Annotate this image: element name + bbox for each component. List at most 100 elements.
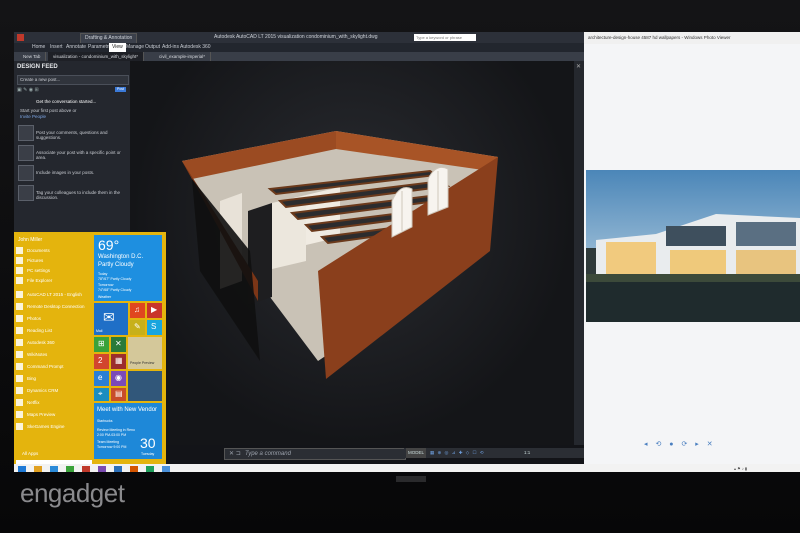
status-toggle-icons[interactable]: ▦ ⊕ ◎ ⊿ ✚ ◇ ☐ ⟲ (430, 448, 485, 458)
start-item-autodesk-360[interactable]: Autodesk 360 (16, 338, 94, 347)
command-line[interactable]: ✕ ⊐ Type a command (224, 448, 406, 460)
note-icon: ✎ (134, 322, 141, 331)
feed-tip: Tag your colleagues to include them in t… (18, 185, 126, 201)
start-item-photos[interactable]: Photos (16, 314, 94, 323)
maps-tile[interactable]: ⌖ (94, 388, 109, 401)
mail-tile[interactable]: ✉ Mail (94, 303, 128, 335)
skype-tile[interactable]: S (147, 320, 162, 335)
xbox-icon: ✕ (115, 339, 122, 348)
user-name[interactable]: John Miller (18, 237, 42, 243)
video-tile[interactable]: ▶ (147, 303, 162, 318)
app-menu-icon[interactable] (17, 34, 24, 41)
start-item-file-explorer[interactable]: File Explorer (16, 276, 94, 285)
doc-tab-civil[interactable]: civil_example-imperial* (154, 52, 212, 61)
taskbar-ie-icon[interactable] (50, 466, 58, 472)
ie-tile[interactable]: e (94, 371, 109, 386)
start-item-maps[interactable]: Maps Preview (16, 410, 94, 419)
taskbar-onenote-icon[interactable] (98, 466, 106, 472)
start-item-documents[interactable]: Documents (16, 246, 94, 255)
calendar-tile[interactable]: Meet with New Vendor Starbucks Review Me… (94, 403, 162, 459)
annotation-scale[interactable]: 1:1 (524, 448, 530, 458)
people-tile[interactable]: People Preview (128, 337, 162, 369)
taskbar-excel-icon[interactable] (146, 466, 154, 472)
tab-view[interactable]: View (109, 43, 126, 52)
system-tray[interactable]: ▴ ⚑ ♪ ▮ (734, 466, 747, 471)
engadget-watermark: engadget (20, 478, 125, 508)
people-tile-label: People Preview (130, 361, 155, 365)
start-item-games[interactable]: SkeGames Engine (16, 422, 94, 431)
games-tile[interactable]: ▦ (111, 354, 126, 369)
tab-insert[interactable]: Insert (50, 43, 63, 52)
taskbar-store-icon[interactable] (66, 466, 74, 472)
start-item-command-prompt[interactable]: Command Prompt (16, 362, 94, 371)
start-item-label: Command Prompt (27, 364, 64, 369)
start-item-pc-settings[interactable]: PC settings (16, 266, 94, 275)
start-item-label: Maps Preview (27, 412, 56, 417)
command-input[interactable]: Type a command (245, 449, 291, 459)
tab-manage[interactable]: Manage (126, 43, 144, 52)
post-button[interactable]: Post (115, 87, 126, 92)
photos-icon (16, 315, 23, 323)
meeting-location: Starbucks (97, 419, 113, 423)
tab-autodesk-360[interactable]: Autodesk 360 (180, 43, 211, 52)
tip-text: Post your comments, questions and sugges… (36, 130, 108, 140)
store-tile[interactable]: ⊞ (94, 337, 109, 352)
photos-tile[interactable]: ◉ (111, 371, 126, 386)
close-icon[interactable]: ✕ (576, 63, 581, 70)
start-item-bing[interactable]: Bing (16, 374, 94, 383)
onenote-tile[interactable]: ✎ (130, 320, 145, 335)
drawing-viewport[interactable] (130, 61, 574, 445)
meeting-line4: Tomorrow 9:00 PM (97, 445, 127, 449)
tip-thumbnail (18, 185, 34, 201)
all-apps-button[interactable]: All Apps (22, 451, 38, 456)
tip-thumbnail (18, 125, 34, 141)
tab-output[interactable]: Output (145, 43, 160, 52)
office-tile[interactable]: 2 (94, 354, 109, 369)
start-item-wikinotes[interactable]: WikiNotes (16, 350, 94, 359)
start-item-netflix[interactable]: Netflix (16, 398, 94, 407)
taskbar-word-icon[interactable] (114, 466, 122, 472)
browser-icon: e (98, 373, 103, 382)
autocad-icon (16, 291, 23, 299)
start-item-label: WikiNotes (27, 352, 48, 357)
play-icon: ▶ (151, 305, 158, 314)
start-button[interactable] (18, 466, 26, 472)
command-line-icons[interactable]: ✕ ⊐ (229, 449, 241, 459)
doc-tab-new[interactable]: New Tab (18, 52, 47, 61)
meeting-line1: Review Meeting in Reno (97, 428, 135, 432)
meeting-line3: Team Meeting (97, 440, 119, 444)
start-item-label: SkeGames Engine (27, 424, 65, 429)
start-item-pictures[interactable]: Pictures (16, 256, 94, 265)
feed-tip: Post your comments, questions and sugges… (18, 125, 126, 141)
viewport-scrollbar[interactable]: ✕ (574, 61, 584, 445)
viewer-controls[interactable]: ◂ ⟲ ● ⟳ ▸ ✕ (644, 440, 716, 448)
attach-icons[interactable]: ▣ ✎ ◉ ⊞ (17, 87, 39, 93)
news-tile[interactable]: ▤ (111, 388, 126, 401)
autodesk-icon (16, 339, 23, 347)
new-post-input[interactable]: Create a new post... (17, 75, 129, 85)
music-tile[interactable]: ♫ (130, 303, 145, 318)
weather-tile[interactable]: 69° Washington D.C. Partly Cloudy Today … (94, 235, 162, 301)
taskbar-explorer-icon[interactable] (34, 466, 42, 472)
invite-people-link[interactable]: Invite People (20, 114, 46, 119)
start-item-remote-desktop[interactable]: Remote Desktop Connection (16, 302, 94, 311)
sports-tile[interactable] (128, 371, 162, 401)
weather-app-label: Weather (98, 295, 112, 299)
tab-annotate[interactable]: Annotate (66, 43, 86, 52)
model-space-button[interactable]: MODEL (406, 448, 427, 458)
taskbar-photo-viewer-icon[interactable] (162, 466, 170, 472)
weather-tomorrow: 74°/68° Partly Cloudy (98, 288, 132, 292)
taskbar-autocad-icon[interactable] (82, 466, 90, 472)
tab-home[interactable]: Home (32, 43, 45, 52)
start-item-dynamics-crm[interactable]: Dynamics CRM (16, 386, 94, 395)
weather-today-label: Today (98, 272, 108, 276)
tip-text: Include images in your posts. (36, 170, 95, 175)
desktop-screen: Drafting & Annotation Autodesk AutoCAD L… (14, 32, 800, 472)
taskbar-ppt-icon[interactable] (130, 466, 138, 472)
start-item-reading-list[interactable]: Reading List (16, 326, 94, 335)
xbox-tile[interactable]: ✕ (111, 337, 126, 352)
search-input[interactable]: Type a keyword or phrase (414, 34, 476, 41)
doc-tab-visualization[interactable]: visualization - condominium_with_skyligh… (48, 52, 145, 61)
tab-add-ins[interactable]: Add-ins (162, 43, 179, 52)
start-item-autocad[interactable]: AutoCAD LT 2015 - English (16, 290, 94, 299)
